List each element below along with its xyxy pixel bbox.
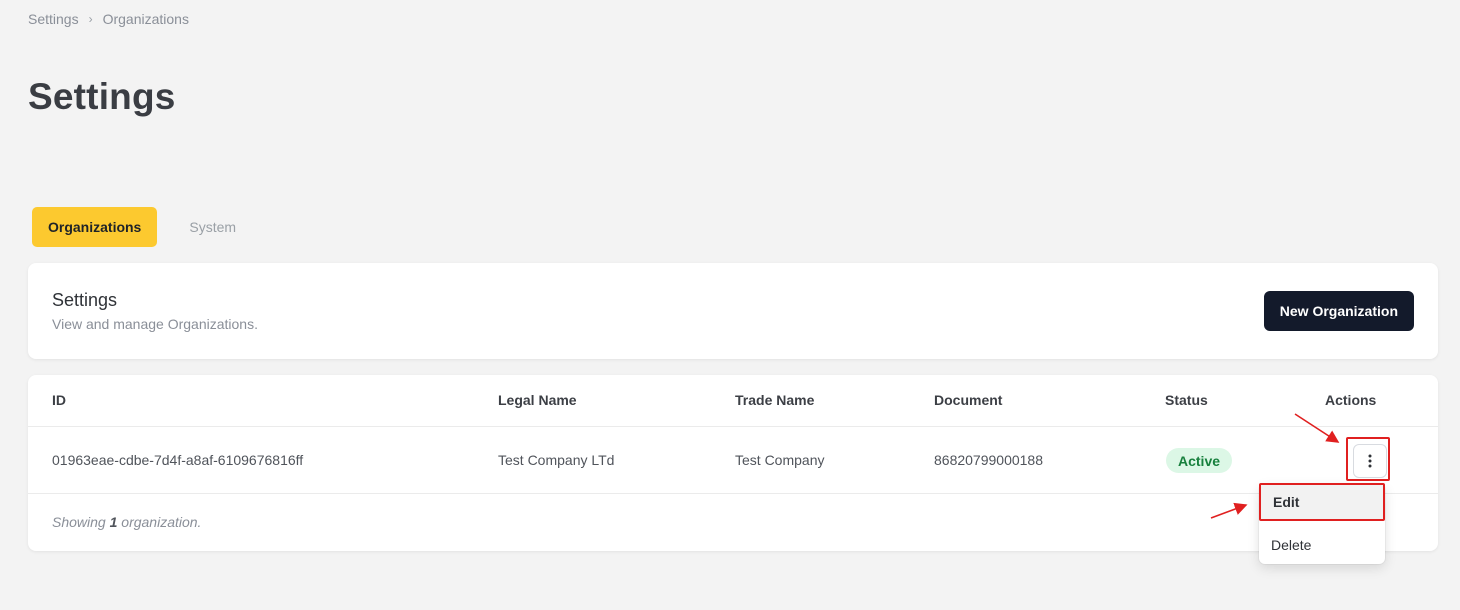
cell-legal-name: Test Company LTd [498,452,615,468]
cell-trade-name: Test Company [735,452,825,468]
page-title: Settings [28,76,176,117]
table-row: 01963eae-cdbe-7d4f-a8af-6109676816ff Tes… [28,427,1438,494]
card-title: Settings [52,290,118,310]
more-vertical-icon [1368,454,1372,468]
cell-id: 01963eae-cdbe-7d4f-a8af-6109676816ff [52,452,304,468]
menu-item-delete[interactable]: Delete [1259,527,1385,563]
footer-suffix: organization. [121,514,202,530]
row-actions-menu: Edit Delete [1259,483,1385,564]
cell-document: 86820799000188 [934,452,1044,468]
breadcrumb-item-settings[interactable]: Settings [28,11,79,27]
column-header-id: ID [52,392,66,408]
breadcrumb: Settings › Organizations [28,11,189,27]
card-subtitle: View and manage Organizations. [52,316,258,332]
breadcrumb-item-organizations: Organizations [102,11,189,27]
column-header-document: Document [934,392,1003,408]
settings-page: Settings › Organizations Settings Organi… [0,0,1460,610]
table-footer: Showing 1 organization. [52,514,201,530]
menu-item-edit[interactable]: Edit [1259,483,1385,521]
breadcrumb-separator: › [88,12,93,26]
row-actions-button[interactable] [1353,444,1387,478]
settings-tabs: Organizations System [32,207,252,247]
column-header-status: Status [1165,392,1208,408]
organizations-table: ID Legal Name Trade Name Document Status… [28,375,1438,551]
column-header-legal-name: Legal Name [498,392,577,408]
footer-prefix: Showing [52,514,106,530]
footer-count: 1 [109,514,118,530]
settings-header-card: Settings View and manage Organizations. … [28,263,1438,359]
column-header-trade-name: Trade Name [735,392,815,408]
column-header-actions: Actions [1325,392,1377,408]
tab-organizations[interactable]: Organizations [32,207,158,247]
new-organization-button[interactable]: New Organization [1263,291,1414,331]
status-badge: Active [1166,448,1233,473]
table-header-row: ID Legal Name Trade Name Document Status… [28,375,1438,427]
tab-system[interactable]: System [157,207,252,247]
